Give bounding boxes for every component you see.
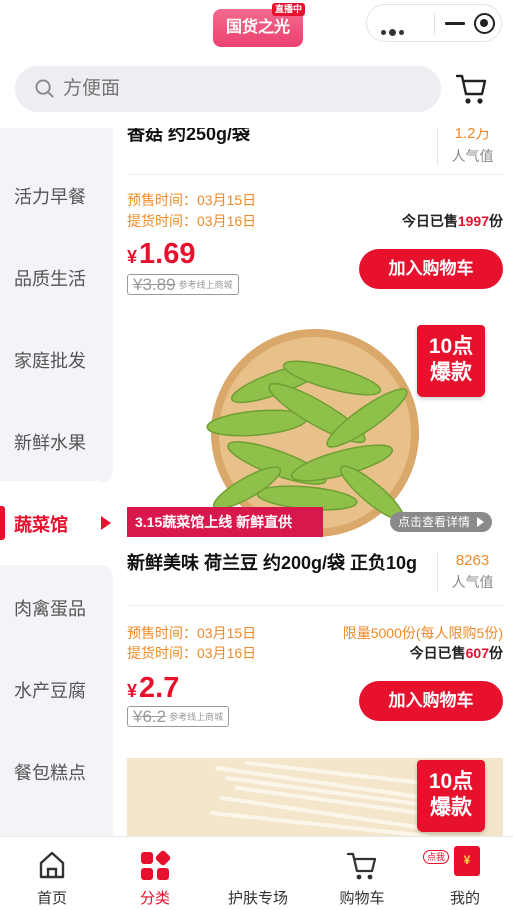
popularity-value: 8263 [455, 552, 490, 569]
sidebar-item-label: 品质生活 [14, 269, 86, 289]
sidebar-item-label: 蔬菜馆 [14, 515, 68, 535]
nav-label: 首页 [36, 890, 67, 907]
sidebar-item-label: 餐包糕点 [14, 763, 86, 783]
presale-time: 预售时间：03月15日 [127, 625, 257, 641]
capsule-divider [434, 14, 435, 34]
cart-icon[interactable] [455, 72, 487, 106]
nav-home[interactable]: 首页 [2, 837, 102, 910]
sidebar-item-label: 家庭批发 [14, 351, 86, 371]
original-price: ¥6.2 参考线上商城 [127, 706, 230, 727]
nav-category[interactable]: 分类 [105, 837, 205, 910]
nav-cart[interactable]: 购物车 [312, 837, 412, 910]
hot-deal-badge: 10点 爆款 [417, 325, 485, 397]
popularity-label: 人气值 [451, 574, 494, 590]
sold-today: 今日已售607份 [409, 645, 503, 661]
nav-label: 分类 [139, 890, 170, 907]
click-me-tag: 点我 [423, 850, 450, 864]
sidebar-item-vegetables[interactable]: 蔬菜馆 [0, 481, 113, 565]
miniapp-capsule [366, 4, 502, 42]
nav-skincare[interactable]: 护肤专场 [208, 837, 308, 910]
add-to-cart-button[interactable]: 加入购物车 [359, 249, 503, 289]
sidebar-corner [100, 565, 113, 578]
nav-label: 购物车 [339, 890, 385, 907]
category-sidebar: 活力早餐 品质生活 家庭批发 新鲜水果 蔬菜馆 肉禽蛋品 水产豆腐 餐包糕点 [0, 128, 113, 836]
active-arrow-icon [101, 516, 111, 530]
red-envelope-icon[interactable] [454, 846, 480, 876]
nav-label: 护肤专场 [227, 890, 288, 907]
sidebar-item-label: 活力早餐 [14, 187, 86, 207]
sold-today: 今日已售1997份 [401, 213, 503, 229]
price: ¥2.7 [127, 672, 180, 704]
popularity-box: 8263 人气值 [437, 552, 507, 592]
app-page: 分类 活力早餐 品质生活 家庭批发 新鲜水果 蔬菜馆 肉禽蛋品 水产豆腐 餐包糕… [0, 0, 513, 910]
sidebar-item-fresh-fruit[interactable]: 新鲜水果 [0, 399, 113, 481]
minimize-icon[interactable] [445, 22, 465, 25]
product-name[interactable]: 香菇 约250g/袋 [127, 128, 423, 146]
more-icon[interactable] [381, 22, 407, 36]
close-miniapp-icon[interactable] [474, 13, 495, 34]
search-input[interactable] [63, 66, 423, 112]
sidebar-item-meat-eggs[interactable]: 肉禽蛋品 [0, 565, 113, 647]
original-price: ¥3.89 参考线上商城 [127, 274, 239, 295]
popularity-box: 1.2万 人气值 [437, 128, 507, 166]
product-list: 香菇 约250g/袋 1.2万 人气值 预售时间：03月15日 提货时间：03月… [113, 128, 513, 836]
sidebar-item-bakery[interactable]: 餐包糕点 [0, 729, 113, 811]
sidebar-corner [100, 470, 113, 483]
home-icon [39, 851, 65, 879]
price: ¥1.69 [127, 238, 196, 270]
add-to-cart-button[interactable]: 加入购物车 [359, 681, 503, 721]
promo-banner: 3.15蔬菜馆上线 新鲜直供 [127, 507, 323, 537]
sidebar-item-breakfast[interactable]: 活力早餐 [0, 153, 113, 235]
presale-time: 预售时间：03月15日 [127, 192, 257, 208]
sidebar-item-family-wholesale[interactable]: 家庭批发 [0, 317, 113, 399]
divider [127, 605, 503, 606]
product-image[interactable]: 10点 爆款 [127, 758, 503, 836]
nav-label: 我的 [449, 890, 480, 907]
active-indicator [0, 506, 5, 540]
popularity-label: 人气值 [451, 148, 494, 164]
sidebar-item-seafood-tofu[interactable]: 水产豆腐 [0, 647, 113, 729]
category-icon [141, 850, 171, 880]
pickup-time: 提货时间：03月16日 [127, 645, 257, 661]
promo-icon[interactable]: 国货之光 直播中 [213, 3, 305, 47]
sidebar-item-label: 水产豆腐 [14, 681, 86, 701]
popularity-value: 1.2万 [454, 128, 491, 142]
cart-icon [346, 852, 377, 880]
sidebar-item-quality-life[interactable]: 品质生活 [0, 235, 113, 317]
search-bar[interactable] [15, 66, 441, 112]
sidebar-item-label: 肉禽蛋品 [14, 599, 86, 619]
bottom-nav: 首页 分类 护肤专场 购物车 我的 [0, 836, 513, 910]
product-image[interactable]: 10点 爆款 [127, 323, 503, 537]
live-tag: 直播中 [271, 3, 305, 16]
view-details-button[interactable]: 点击查看详情 [390, 512, 493, 532]
divider [127, 174, 503, 175]
hot-deal-badge: 10点 爆款 [417, 760, 485, 832]
product-name[interactable]: 新鲜美味 荷兰豆 约200g/袋 正负10g [127, 551, 423, 575]
purchase-limit: 限量5000份(每人限购5份) [342, 625, 503, 641]
sidebar-item-label: 新鲜水果 [14, 433, 86, 453]
search-icon [35, 79, 54, 98]
pickup-time: 提货时间：03月16日 [127, 213, 257, 229]
